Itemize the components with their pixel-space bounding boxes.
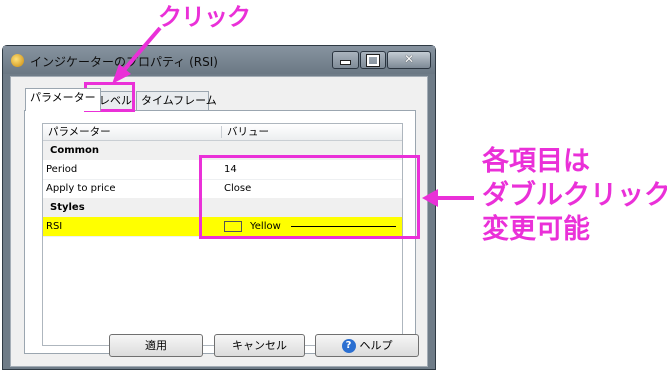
category-label: Common [50,145,100,156]
annotation-note-line3: 変更可能 [482,214,590,245]
annotation-note-line1: 各項目は [482,146,590,177]
app-icon [11,54,24,67]
cancel-button[interactable]: キャンセル [214,334,305,357]
apply-button-label: 適用 [145,339,167,352]
property-name: Apply to price [46,183,116,194]
property-name: RSI [46,221,63,232]
annotation-value-highlight [199,155,420,239]
maximize-button[interactable] [360,51,386,69]
annotation-note-line2: ダブルクリックで [482,180,667,211]
column-divider[interactable] [221,126,222,138]
column-header-parameter[interactable]: パラメーター [48,124,111,140]
property-name: Period [46,164,78,175]
maximize-icon [366,54,380,67]
title-bar[interactable]: インジケーターのプロパティ (RSI) ✕ [3,46,435,74]
cancel-button-label: キャンセル [232,339,287,352]
grid-header: パラメーター バリュー [43,124,402,141]
apply-button[interactable]: 適用 [109,334,203,357]
tab-timeframe[interactable]: タイムフレーム [136,91,217,111]
category-label: Styles [50,202,85,213]
window-title: インジケーターのプロパティ (RSI) [30,55,218,69]
close-button[interactable]: ✕ [387,51,431,69]
column-header-value[interactable]: バリュー [227,124,269,140]
help-button[interactable]: ? ヘルプ [315,334,419,357]
minimize-icon [340,60,351,65]
minimize-button[interactable] [332,51,359,69]
close-icon: ✕ [403,52,415,66]
tab-parameters[interactable]: パラメーター [25,88,101,111]
help-icon: ? [341,339,356,353]
annotation-click-label: クリック [158,3,251,31]
help-button-label: ヘルプ [359,339,393,352]
